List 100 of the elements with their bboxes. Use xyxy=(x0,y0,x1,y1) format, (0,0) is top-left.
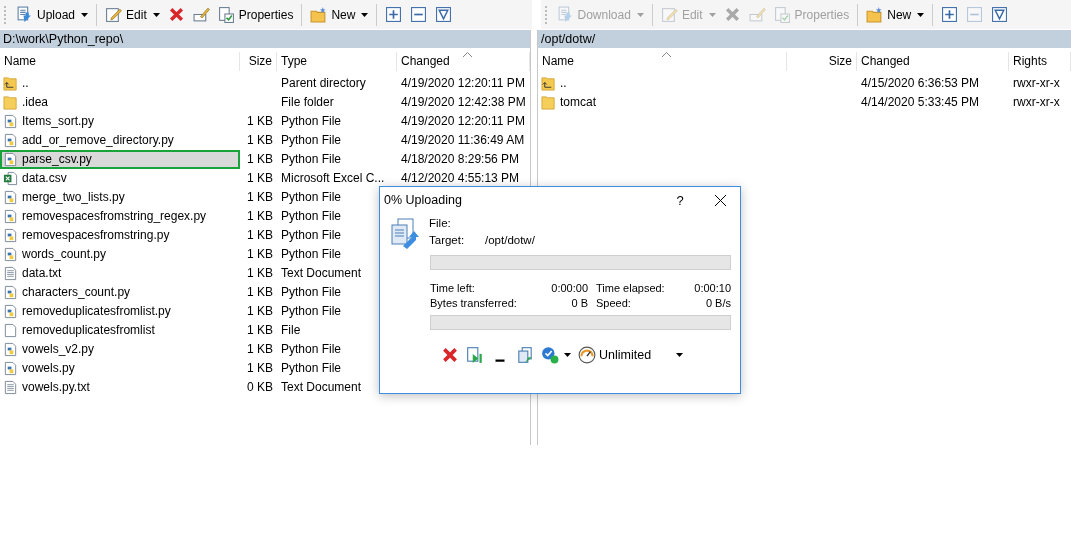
file-name: .. xyxy=(560,75,567,92)
file-name: add_or_remove_directory.py xyxy=(22,132,174,149)
size-text: 1 KB xyxy=(247,133,273,147)
checkmark-icon xyxy=(541,346,559,364)
changed-text: 4/19/2020 12:42:38 PM xyxy=(401,95,526,109)
python-file-icon xyxy=(3,361,18,376)
file-name-cell[interactable]: add_or_remove_directory.py xyxy=(0,131,240,150)
size-text: 1 KB xyxy=(247,152,273,166)
file-name-cell[interactable]: data.csv xyxy=(0,169,240,188)
python-file-icon xyxy=(3,133,18,148)
folder-icon xyxy=(3,95,18,110)
plus-icon xyxy=(941,6,959,23)
rights-text: rwxr-xr-x xyxy=(1013,95,1060,109)
type-text: Python File xyxy=(281,209,342,223)
delete-icon xyxy=(167,6,185,23)
file-name: tomcat xyxy=(560,94,596,111)
skip-file-icon[interactable] xyxy=(466,346,484,364)
file-name: merge_two_lists.py xyxy=(22,189,125,206)
file-name-cell[interactable]: removespacesfromstring_regex.py xyxy=(0,207,240,226)
stat-value: 0:00:00 xyxy=(550,282,588,294)
edit-button[interactable]: Edit xyxy=(102,4,163,25)
column-header[interactable]: Name xyxy=(0,52,240,71)
cancel-icon[interactable] xyxy=(441,346,459,364)
size-text: 1 KB xyxy=(247,228,273,242)
file-name-cell[interactable]: vowels.py.txt xyxy=(0,378,240,397)
size-text: 0 KB xyxy=(247,380,273,394)
on-complete-button[interactable] xyxy=(541,346,571,364)
stat-label: Time left: xyxy=(430,282,476,294)
size-text: 1 KB xyxy=(247,342,273,356)
type-text: Python File xyxy=(281,361,342,375)
speed-limit-dropdown[interactable]: Unlimited xyxy=(578,346,683,364)
column-header[interactable]: Changed xyxy=(397,52,530,71)
python-file-icon xyxy=(3,114,18,129)
column-header[interactable]: Type xyxy=(277,52,397,71)
file-name-cell[interactable]: merge_two_lists.py xyxy=(0,188,240,207)
column-header[interactable]: Size xyxy=(240,52,277,71)
new-folder-icon xyxy=(866,6,884,23)
file-name-cell[interactable]: tomcat xyxy=(538,93,787,112)
column-header[interactable]: Rights xyxy=(1009,52,1071,71)
type-text: Text Document xyxy=(281,266,362,280)
column-header[interactable]: Changed xyxy=(857,52,1009,71)
file-name-cell[interactable]: .. xyxy=(0,74,240,93)
file-name-cell[interactable]: Items_sort.py xyxy=(0,112,240,131)
type-text: Microsoft Excel C... xyxy=(281,171,385,185)
close-icon xyxy=(714,194,726,206)
file-name: characters_count.py xyxy=(22,284,131,301)
file-name-cell[interactable]: characters_count.py xyxy=(0,283,240,302)
file-name-cell[interactable]: .idea xyxy=(0,93,240,112)
new-button[interactable]: New xyxy=(307,4,372,25)
file-name: removespacesfromstring.py xyxy=(22,227,170,244)
properties-button[interactable]: Properties xyxy=(214,4,297,25)
column-header[interactable]: Name xyxy=(538,52,787,71)
upload-files-icon xyxy=(389,217,421,249)
type-text: Parent directory xyxy=(281,76,366,90)
size-text: 1 KB xyxy=(247,323,273,337)
stat-label: Speed: xyxy=(596,297,632,309)
edit-icon xyxy=(105,6,123,23)
help-button[interactable]: ? xyxy=(660,191,700,209)
file-name-cell[interactable]: data.txt xyxy=(0,264,240,283)
text-file-icon xyxy=(3,380,18,395)
file-name-cell[interactable]: parse_csv.py xyxy=(0,150,240,169)
new-button[interactable]: New xyxy=(863,4,928,25)
python-file-icon xyxy=(3,209,18,224)
file-name-cell[interactable]: vowels_v2.py xyxy=(0,340,240,359)
minus-icon xyxy=(410,6,428,23)
delete-icon xyxy=(723,6,741,23)
file-name-cell[interactable]: .. xyxy=(538,74,787,93)
upload-button[interactable]: Upload xyxy=(13,4,92,25)
file-name: parse_csv.py xyxy=(22,151,92,168)
dropdown-caret-icon xyxy=(564,353,571,357)
type-text: Python File xyxy=(281,228,342,242)
file-name-cell[interactable]: removespacesfromstring.py xyxy=(0,226,240,245)
file-name: vowels.py.txt xyxy=(22,379,90,396)
file-name: words_count.py xyxy=(22,246,107,263)
file-name: vowels_v2.py xyxy=(22,341,95,358)
file-name-cell[interactable]: removeduplicatesfromlist.py xyxy=(0,302,240,321)
type-text: Python File xyxy=(281,304,342,318)
file-name: vowels.py xyxy=(22,360,75,377)
move-to-queue-icon[interactable] xyxy=(516,346,534,364)
plus-icon xyxy=(385,6,403,23)
file-name-cell[interactable]: removeduplicatesfromlist xyxy=(0,321,240,340)
file-name: removeduplicatesfromlist xyxy=(22,322,155,339)
file-name: .. xyxy=(22,75,29,92)
file-name: removeduplicatesfromlist.py xyxy=(22,303,171,320)
target-path: /opt/dotw/ xyxy=(485,234,535,248)
type-text: Python File xyxy=(281,342,342,356)
minus-icon xyxy=(966,6,984,23)
properties-icon xyxy=(217,6,235,23)
python-file-icon xyxy=(3,247,18,262)
dialog-title: 0% Uploading xyxy=(384,193,463,207)
size-text: 1 KB xyxy=(247,209,273,223)
new-folder-icon xyxy=(310,6,328,23)
file-name-cell[interactable]: vowels.py xyxy=(0,359,240,378)
size-text: 1 KB xyxy=(247,304,273,318)
file-name-cell[interactable]: words_count.py xyxy=(0,245,240,264)
column-header[interactable]: Size xyxy=(787,52,857,71)
stat-label: Bytes transferred: xyxy=(430,297,518,309)
size-text: 1 KB xyxy=(247,361,273,375)
spreadsheet-icon xyxy=(3,171,18,186)
stat-label: Time elapsed: xyxy=(596,282,666,294)
